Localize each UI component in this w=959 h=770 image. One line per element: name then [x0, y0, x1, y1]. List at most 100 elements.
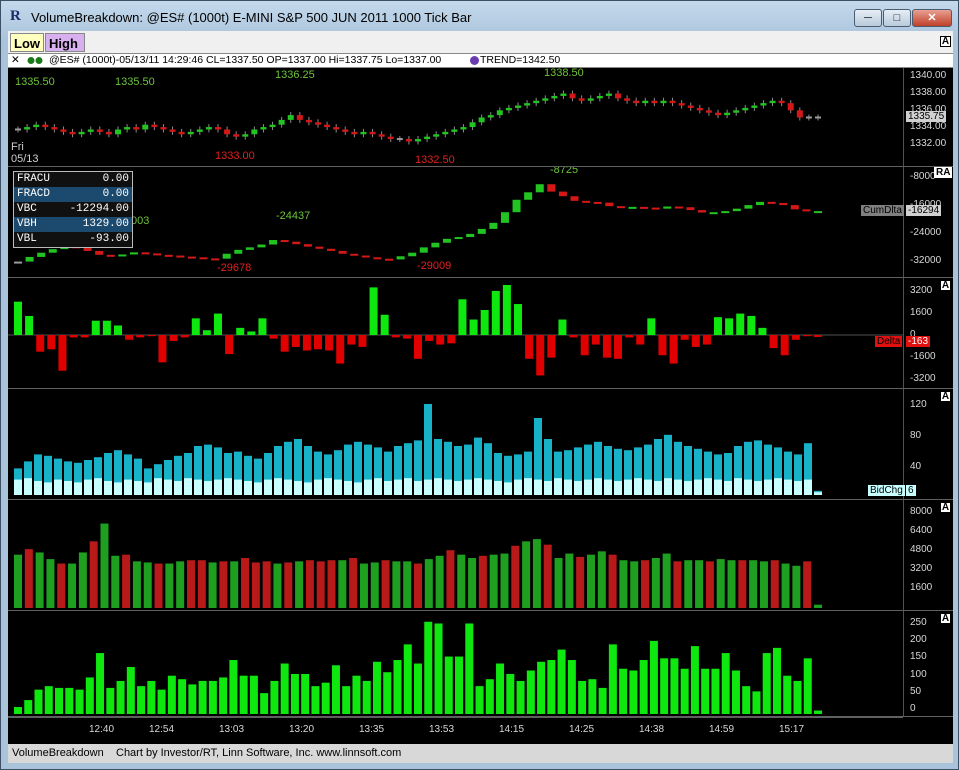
data-value: -93.00: [89, 233, 129, 245]
cum-delta-block: [95, 250, 104, 255]
candle-body: [642, 100, 649, 104]
auto-scale-button[interactable]: A: [940, 36, 951, 47]
cum-delta-block: [373, 257, 382, 260]
delta-bar: [502, 285, 511, 335]
price-high-label: 1336.25: [275, 69, 315, 81]
cum-axis: -8000 -16000 -24000 -32000: [903, 167, 953, 277]
cum-delta-block: [269, 240, 278, 245]
count-bar: [721, 653, 730, 714]
candle-body: [15, 128, 21, 131]
candle-body: [542, 98, 549, 101]
volume-bar: [543, 544, 552, 608]
candle-body: [805, 116, 812, 119]
candle-body: [160, 127, 167, 130]
status-chart-name: VolumeBreakdown: [12, 747, 104, 759]
delta-tick: -3200: [910, 373, 936, 384]
volume-bar: [89, 541, 98, 608]
count-bar: [116, 680, 125, 714]
low-button[interactable]: Low: [10, 33, 44, 52]
volume-bar: [522, 541, 531, 608]
bid-ask-pane[interactable]: 120 80 40 A BidChg 6: [8, 389, 953, 500]
maximize-button[interactable]: □: [883, 9, 911, 27]
volume-bar: [630, 561, 639, 608]
window-title: VolumeBreakdown: @ES# (1000t) E-MINI S&P…: [31, 10, 472, 25]
price-pane[interactable]: 1340.00 1338.00 1336.00 1334.00 1332.00 …: [8, 68, 953, 167]
info-close-icon[interactable]: ✕: [11, 54, 20, 67]
title-bar[interactable]: R VolumeBreakdown: @ES# (1000t) E-MINI S…: [1, 1, 958, 31]
time-tick: 14:25: [569, 724, 595, 735]
count-bar: [711, 668, 720, 714]
count-pane[interactable]: 250 200 150 100 50 0 A: [8, 611, 953, 717]
trend-text: TREND=1342.50: [480, 54, 561, 66]
delta-bar: [625, 335, 634, 338]
cumulative-delta-pane[interactable]: -8000 -16000 -24000 -32000 RA CumDlta -1…: [8, 167, 953, 278]
bid-bar: [14, 479, 22, 495]
candle-body: [551, 95, 558, 99]
volume-bar: [111, 555, 120, 608]
minimize-button[interactable]: ─: [854, 9, 882, 27]
candle-body: [169, 129, 176, 132]
delta-bar: [191, 318, 200, 335]
volume-bar: [57, 563, 66, 608]
delta-pane-button[interactable]: A: [940, 280, 951, 291]
volume-bar: [705, 561, 714, 608]
cum-delta-block: [396, 256, 405, 260]
volume-pane[interactable]: 8000 6400 4800 3200 1600 A: [8, 500, 953, 611]
cum-delta-block: [431, 242, 440, 248]
candle-body: [605, 93, 612, 96]
candle-body: [487, 115, 494, 118]
candle-body: [524, 103, 531, 106]
count-bar: [260, 693, 269, 714]
close-button[interactable]: ✕: [912, 9, 952, 27]
candle-body: [115, 129, 121, 135]
data-row: VBC -12294.00: [14, 202, 132, 217]
volume-bar: [197, 560, 206, 608]
application-window: R VolumeBreakdown: @ES# (1000t) E-MINI S…: [0, 0, 959, 770]
delta-bar: [725, 318, 734, 335]
cum-delta-block: [292, 241, 301, 245]
bid-bar: [74, 482, 82, 495]
count-bar: [96, 653, 105, 714]
count-bar: [629, 670, 638, 714]
count-bar: [752, 691, 761, 714]
delta-bar: [647, 318, 656, 335]
candle-body: [560, 93, 567, 96]
volume-pane-button[interactable]: A: [940, 502, 951, 513]
delta-bar: [102, 320, 111, 335]
candle-body: [460, 127, 467, 130]
count-bar: [249, 675, 258, 714]
bidask-pane-button[interactable]: A: [940, 391, 951, 402]
count-bar: [516, 680, 525, 714]
data-row: VBH 1329.00: [14, 217, 132, 232]
candle-body: [578, 98, 585, 101]
volume-bar: [738, 560, 747, 608]
count-bar: [14, 707, 22, 714]
candle-body: [424, 136, 431, 140]
count-pane-button[interactable]: A: [940, 613, 951, 624]
candle-body: [478, 117, 485, 123]
count-bar: [178, 679, 187, 714]
candle-body: [296, 115, 303, 120]
price-tick: 1334.00: [910, 121, 947, 132]
delta-bar: [402, 335, 411, 339]
candle-body: [342, 129, 349, 132]
bid-bar: [104, 481, 112, 495]
high-button[interactable]: High: [45, 33, 85, 52]
volume-bar: [414, 563, 422, 608]
count-bar: [188, 684, 197, 714]
cum-delta-block: [593, 201, 602, 204]
count-bar: [649, 640, 658, 714]
cum-pane-button[interactable]: RA: [934, 167, 953, 178]
cum-delta-block: [779, 202, 788, 206]
cum-delta-block: [338, 250, 347, 254]
cum-delta-block: [802, 209, 811, 212]
delta-bar: [136, 335, 145, 338]
volume-bar: [781, 563, 790, 608]
count-bar: [321, 682, 330, 714]
delta-pane[interactable]: 3200 1600 0 -1600 -3200 A Delta -163: [8, 278, 953, 389]
bid-bar: [204, 481, 212, 495]
delta-bar: [714, 317, 722, 335]
count-bar: [793, 680, 802, 714]
candle-body: [233, 134, 240, 137]
bid-bar: [734, 478, 742, 495]
